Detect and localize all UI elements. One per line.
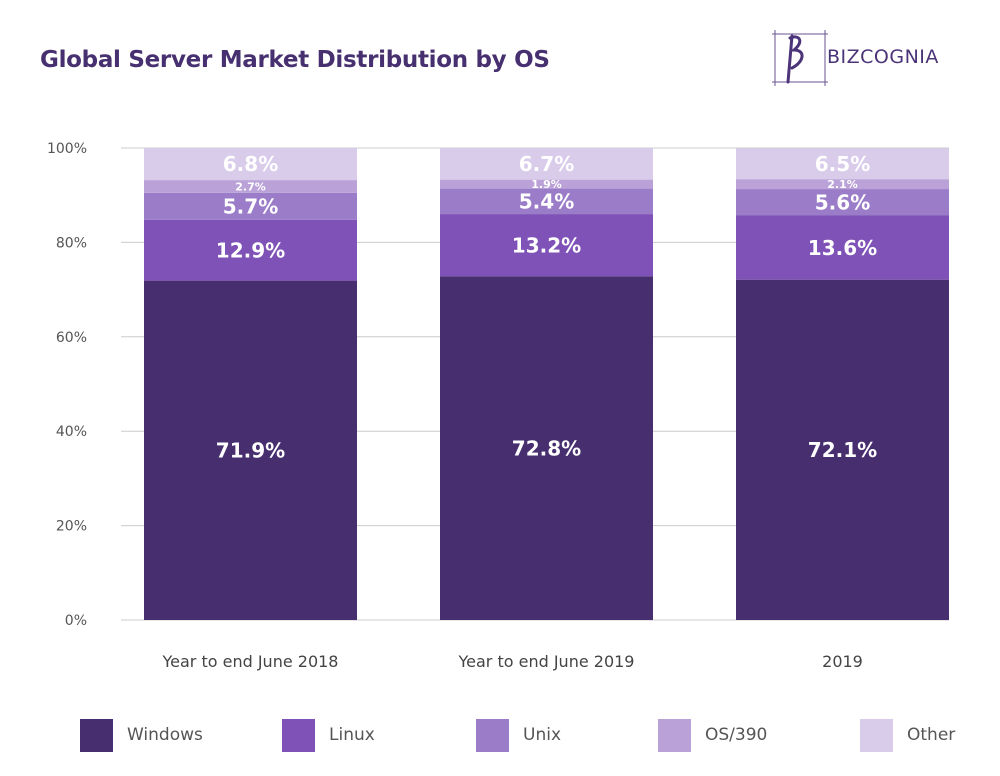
data-label: 6.5% [815,152,870,176]
data-label: 5.4% [519,190,574,214]
data-label: 6.8% [223,152,278,176]
x-tick-label: Year to end June 2019 [458,652,635,671]
legend-item: Other [860,718,955,752]
data-label: 6.7% [519,152,574,176]
legend: Windows Linux Unix OS/390 Other [0,718,1000,752]
legend-label: Windows [127,725,203,745]
data-label: 2.7% [235,180,266,193]
y-tick-label: 40% [56,424,87,440]
bar-stack: 71.9% 12.9% 5.7%2.7% 6.8% [144,148,357,620]
legend-label: Linux [329,725,375,745]
legend-swatch [282,718,315,752]
y-tick-label: 100% [47,141,87,157]
legend-item: Unix [476,718,561,752]
y-tick-label: 20% [56,519,87,535]
bar-stack: 72.1% 13.6% 5.6%2.1% 6.5% [736,148,949,620]
y-tick-label: 60% [56,330,87,346]
legend-swatch [80,718,113,752]
data-label: 12.9% [216,238,285,262]
x-tick-label: Year to end June 2018 [162,652,339,671]
bar-stack: 72.8% 13.2% 5.4%1.9% 6.7% [440,148,653,620]
legend-swatch [476,718,509,752]
x-tick-label: 2019 [822,652,863,671]
stacked-bar-chart: 0% 20% 40% 60% 80% 100% 71.9% 12.9% 5.7%2.7% 6.8… [47,141,949,671]
legend-item: Windows [80,718,203,752]
data-label: 71.9% [216,439,285,463]
data-label: 5.6% [815,190,870,214]
y-axis-ticks: 0% 20% 40% 60% 80% 100% [47,141,87,629]
legend-label: Unix [523,725,562,745]
legend-label: Other [907,725,956,745]
y-tick-label: 80% [56,235,87,251]
data-label: 72.8% [512,436,581,460]
legend-label: OS/390 [705,725,768,745]
bars: 71.9% 12.9% 5.7%2.7% 6.8% 72.8% 13.2% 5.4%1.9%… [144,148,949,620]
legend-swatch [658,718,691,752]
data-label: 13.6% [808,236,877,260]
data-label: 72.1% [808,438,877,462]
legend-swatch [860,718,893,752]
x-axis-ticks: Year to end June 2018 Year to end June 20… [162,652,863,671]
legend-item: OS/390 [658,718,767,752]
data-label: 2.1% [827,178,858,191]
legend-item: Linux [282,718,375,752]
data-label: 5.7% [223,194,278,218]
data-label: 1.9% [531,178,562,191]
data-label: 13.2% [512,233,581,257]
y-tick-label: 0% [65,613,87,629]
